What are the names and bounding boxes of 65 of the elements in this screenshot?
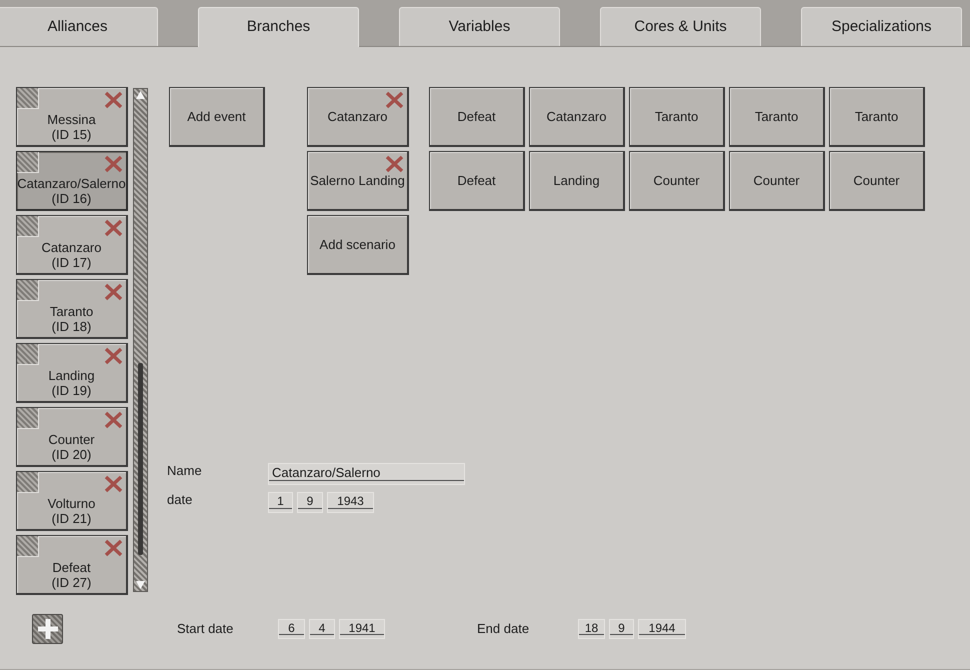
scenario-button[interactable]: Catanzaro <box>307 87 409 147</box>
day-field[interactable]: 18 <box>578 619 605 639</box>
pattern-tile-icon <box>17 536 39 557</box>
branch-list-item[interactable]: Taranto (ID 18) <box>16 279 128 339</box>
branch-list-item[interactable]: Landing (ID 19) <box>16 343 128 403</box>
pattern-tile-icon <box>17 152 39 173</box>
pattern-tile-icon <box>17 472 39 493</box>
scrollbar-thumb[interactable] <box>138 363 143 555</box>
tab[interactable]: Branches <box>198 7 359 47</box>
branch-list-item[interactable]: Counter (ID 20) <box>16 407 128 467</box>
outcome-button[interactable]: Taranto <box>729 87 825 147</box>
branch-list-item[interactable]: Catanzaro (ID 17) <box>16 215 128 275</box>
name-label: Name <box>167 463 203 479</box>
day-field[interactable]: 1 <box>268 492 293 513</box>
tab[interactable]: Alliances <box>0 7 158 46</box>
tab[interactable]: Variables <box>399 7 560 46</box>
close-icon[interactable] <box>104 283 123 301</box>
outcome-button[interactable]: Counter <box>629 151 725 211</box>
down-arrow-icon[interactable] <box>136 581 145 589</box>
outcome-button[interactable]: Defeat <box>429 87 525 147</box>
outcome-button[interactable]: Counter <box>729 151 825 211</box>
close-icon[interactable] <box>385 155 404 173</box>
branch-list-item[interactable]: Defeat (ID 27) <box>16 535 128 595</box>
pattern-tile-icon <box>17 88 39 109</box>
up-arrow-icon[interactable] <box>136 91 145 99</box>
date-label: date <box>167 492 194 508</box>
outcome-button[interactable]: Counter <box>829 151 925 211</box>
branch-list-item[interactable]: Volturno (ID 21) <box>16 471 128 531</box>
close-icon[interactable] <box>385 91 404 109</box>
pattern-tile-icon <box>17 344 39 365</box>
pattern-tile-icon <box>17 216 39 237</box>
add-branch-button[interactable] <box>32 614 63 644</box>
outcome-button[interactable]: Defeat <box>429 151 525 211</box>
tab[interactable]: Specializations <box>801 7 962 46</box>
end-date-label: End date <box>477 620 530 638</box>
add-scenario-button[interactable]: Add scenario <box>307 215 409 275</box>
year-field[interactable]: 1943 <box>327 492 374 513</box>
outcome-button[interactable]: Catanzaro <box>529 87 625 147</box>
month-field[interactable]: 9 <box>297 492 323 513</box>
month-field[interactable]: 9 <box>609 619 634 639</box>
outcome-button[interactable]: Taranto <box>629 87 725 147</box>
tab[interactable]: Cores & Units <box>600 7 761 46</box>
close-icon[interactable] <box>104 91 123 109</box>
close-icon[interactable] <box>104 411 123 429</box>
branch-list-item[interactable]: Catanzaro/Salerno (ID 16) <box>16 151 128 211</box>
add-event-button[interactable]: Add event <box>169 87 265 147</box>
close-icon[interactable] <box>104 539 123 557</box>
scrollbar-track[interactable] <box>133 88 148 592</box>
outcome-button[interactable]: Taranto <box>829 87 925 147</box>
close-icon[interactable] <box>104 155 123 173</box>
close-icon[interactable] <box>104 219 123 237</box>
close-icon[interactable] <box>104 475 123 493</box>
start-date-label: Start date <box>177 620 234 638</box>
scenario-button[interactable]: Salerno Landing <box>307 151 409 211</box>
month-field[interactable]: 4 <box>309 619 335 639</box>
plus-icon <box>38 619 58 639</box>
pattern-tile-icon <box>17 280 39 301</box>
outcome-button[interactable]: Landing <box>529 151 625 211</box>
pattern-tile-icon <box>17 408 39 429</box>
close-icon[interactable] <box>104 347 123 365</box>
name-field[interactable]: Catanzaro/Salerno <box>268 463 465 485</box>
branch-list-item[interactable]: Messina (ID 15) <box>16 87 128 147</box>
year-field[interactable]: 1941 <box>339 619 385 639</box>
day-field[interactable]: 6 <box>278 619 305 639</box>
year-field[interactable]: 1944 <box>638 619 686 639</box>
